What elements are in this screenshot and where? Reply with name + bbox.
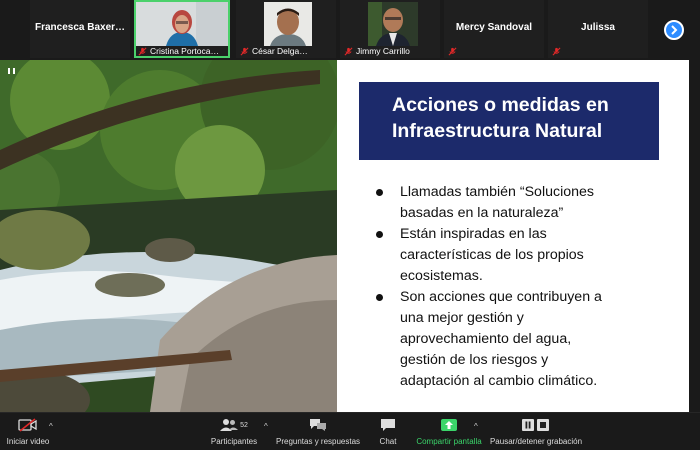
participant-tile[interactable]: César Delga… [236,0,336,58]
participant-tile[interactable]: Mercy Sandoval [444,0,544,58]
participant-tile-active-speaker[interactable]: Cristina Portoca… [134,0,230,58]
participants-count: 52 [240,421,248,429]
video-off-icon [4,415,52,435]
next-page-button[interactable] [664,20,684,40]
share-screen-label: Compartir pantalla [416,437,482,446]
participant-tile[interactable]: Julissa [548,0,648,58]
participants-icon: 52 [206,415,262,435]
pause-stop-recording-label: Pausar/detener grabación [489,437,583,446]
participant-name: Cristina Portoca… [150,46,219,56]
slide-bullet: Llamadas también “Soluciones basadas en … [375,182,685,224]
pause-stop-recording-icon [488,415,584,435]
chat-label: Chat [379,437,397,446]
bullet-text: Son acciones que contribuyen a una mejor… [400,289,602,389]
pause-stop-recording-button[interactable]: Pausar/detener grabación [488,415,584,446]
participant-gallery-strip: Francesca Baxer… Cristina Portoca… César… [0,0,700,60]
qa-label: Preguntas y respuestas [276,437,361,446]
slide-title: Acciones o medidas en Infraestructura Na… [392,92,609,144]
participant-tile[interactable]: Francesca Baxer… [30,0,130,58]
participant-tile[interactable]: Jimmy Carrillo [340,0,440,58]
participant-name: Francesca Baxer… [34,22,126,33]
microphone-muted-icon [344,47,353,56]
pause-indicator-icon [8,68,15,74]
caret-up-icon[interactable]: ^ [474,422,478,431]
meeting-toolbar: Iniciar video ^ 52 Participantes ^ Pregu… [0,412,700,450]
microphone-muted-icon [138,47,147,56]
participant-video [264,2,312,46]
slide-title-box: Acciones o medidas en Infraestructura Na… [359,82,659,160]
participant-caption: César Delga… [240,46,308,56]
chevron-right-icon [671,25,678,35]
river-photo [0,60,337,412]
chat-icon [372,415,404,435]
microphone-muted-icon [552,47,561,56]
participant-name: César Delga… [252,46,308,56]
qa-icon [276,415,360,435]
participant-caption: Jimmy Carrillo [344,46,410,56]
slide-title-line: Acciones o medidas en [392,94,609,116]
qa-button[interactable]: Preguntas y respuestas [276,415,360,446]
participants-label: Participantes [210,437,258,446]
participant-caption [552,47,561,56]
start-video-button[interactable]: Iniciar video [4,415,52,446]
participant-video [368,2,418,46]
presentation-slide: Acciones o medidas en Infraestructura Na… [337,60,689,412]
slide-bullet-list: Llamadas también “Soluciones basadas en … [375,182,685,392]
microphone-muted-icon [240,47,249,56]
start-video-label: Iniciar video [6,437,50,446]
microphone-muted-icon [448,47,457,56]
caret-up-icon[interactable]: ^ [264,422,268,431]
slide-title-line: Infraestructura Natural [392,120,603,142]
chat-button[interactable]: Chat [372,415,404,446]
shared-screen: Acciones o medidas en Infraestructura Na… [0,60,700,412]
bullet-text: Están inspiradas en las características … [400,226,584,284]
participant-caption: Cristina Portoca… [138,46,219,56]
participant-name: Julissa [581,22,615,33]
participants-button[interactable]: 52 Participantes [206,415,262,446]
participant-caption [448,47,457,56]
slide-bullet: Son acciones que contribuyen a una mejor… [375,287,685,392]
participant-video [136,2,228,46]
participant-name: Mercy Sandoval [455,22,533,33]
participant-name: Jimmy Carrillo [356,46,410,56]
bullet-text: Llamadas también “Soluciones basadas en … [400,184,595,221]
slide-bullet: Están inspiradas en las características … [375,224,685,287]
caret-up-icon[interactable]: ^ [49,422,53,431]
